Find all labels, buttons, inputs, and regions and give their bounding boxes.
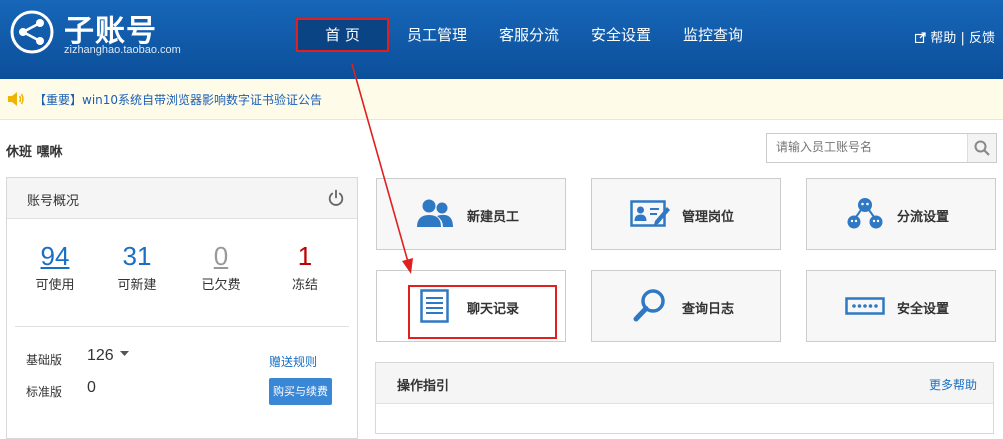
distribution-icon (847, 198, 883, 229)
tile-distribution-settings[interactable]: 分流设置 (806, 178, 996, 250)
tile-query-log[interactable]: 查询日志 (591, 270, 781, 342)
nav-customer-service-routing[interactable]: 客服分流 (483, 18, 575, 52)
speaker-icon (8, 92, 24, 106)
stat-overdue-value[interactable]: 0 (181, 240, 261, 272)
notice-link[interactable]: 【重要】win10系统自带浏览器影响数字证书验证公告 (34, 91, 322, 108)
guide-title: 操作指引 (397, 379, 450, 394)
password-icon (845, 297, 885, 315)
tile-manage-positions[interactable]: 管理岗位 (591, 178, 781, 250)
operation-guide-panel: 操作指引 更多帮助 (375, 362, 994, 434)
feedback-link[interactable]: 反馈 (969, 31, 995, 46)
tile-manage-positions-label: 管理岗位 (682, 210, 735, 225)
basic-version-label: 基础版 (26, 353, 63, 367)
chat-records-highlight-box (408, 285, 557, 339)
basic-version-value: 126 (87, 347, 114, 364)
nav-security-settings[interactable]: 安全设置 (575, 18, 667, 52)
tile-security-settings[interactable]: 安全设置 (806, 270, 996, 342)
tile-security-settings-label: 安全设置 (897, 302, 950, 317)
guide-header: 操作指引 更多帮助 (376, 363, 993, 404)
gift-rule-link[interactable]: 赠送规则 (269, 353, 317, 370)
nav-staff-management[interactable]: 员工管理 (391, 18, 483, 52)
tile-new-staff[interactable]: 新建员工 (376, 178, 566, 250)
panel-divider (15, 326, 349, 327)
standard-version-value: 0 (87, 379, 96, 396)
caret-down-icon (120, 351, 130, 356)
stat-available-label: 可使用 (35, 278, 75, 293)
search-input[interactable] (767, 134, 966, 160)
account-panel-title: 账号概况 (27, 194, 80, 209)
stat-overdue-label: 已欠费 (201, 278, 241, 293)
external-link-icon (915, 32, 926, 44)
stat-creatable: 31 可新建 (97, 240, 177, 293)
users-icon (417, 199, 453, 227)
tile-distribution-settings-label: 分流设置 (897, 210, 950, 225)
user-name: 休班 嘿咻 (6, 145, 63, 160)
logo-icon (10, 10, 54, 54)
stat-frozen-label: 冻结 (291, 278, 318, 293)
main-nav: 首 页 员工管理 客服分流 安全设置 监控查询 (296, 18, 759, 52)
stat-available-value[interactable]: 94 (15, 240, 95, 272)
search-box (766, 133, 997, 163)
account-overview-panel: 账号概况 94 可使用 31 可新建 0 已欠费 1 冻结 基础版 126 标准… (6, 177, 358, 439)
stat-frozen: 1 冻结 (265, 240, 345, 293)
stat-overdue[interactable]: 0 已欠费 (181, 240, 261, 293)
nav-monitor-query[interactable]: 监控查询 (667, 18, 759, 52)
header-separator: | (960, 31, 965, 46)
basic-version-selector[interactable]: 126 (87, 347, 130, 365)
search-button[interactable] (967, 134, 996, 162)
logo-subtitle: zizhanghao.taobao.com (64, 44, 181, 56)
magnifier-icon (633, 289, 665, 322)
notice-bar: 【重要】win10系统自带浏览器影响数字证书验证公告 (0, 79, 1003, 120)
tile-new-staff-label: 新建员工 (467, 210, 520, 225)
top-header: 子账号 zizhanghao.taobao.com 首 页 员工管理 客服分流 … (0, 0, 1003, 79)
stat-frozen-value: 1 (297, 241, 313, 271)
account-panel-header: 账号概况 (7, 178, 357, 219)
more-help-link[interactable]: 更多帮助 (929, 376, 977, 393)
stat-available[interactable]: 94 可使用 (15, 240, 95, 293)
id-card-icon (630, 200, 670, 227)
nav-home[interactable]: 首 页 (296, 18, 389, 52)
tile-query-log-label: 查询日志 (682, 302, 735, 317)
stat-creatable-value: 31 (122, 241, 152, 271)
help-links: 帮助 | 反馈 (915, 27, 995, 46)
buy-renew-button[interactable]: 购买与续费 (269, 378, 332, 405)
standard-version-label: 标准版 (26, 385, 63, 399)
power-icon[interactable] (327, 189, 345, 207)
help-link[interactable]: 帮助 (930, 31, 956, 46)
stat-creatable-label: 可新建 (117, 278, 157, 293)
search-icon (974, 140, 990, 156)
